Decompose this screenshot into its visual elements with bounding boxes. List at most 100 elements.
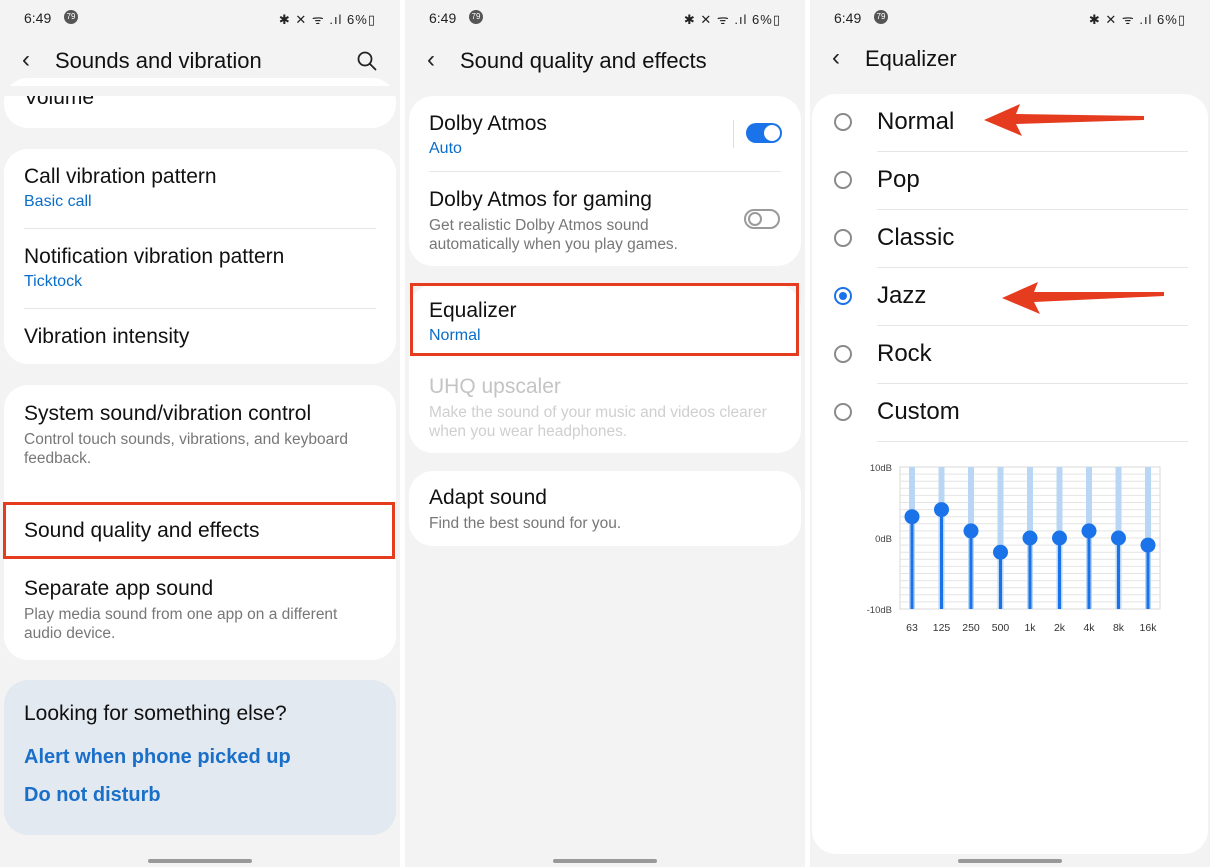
highlight-box bbox=[410, 283, 799, 356]
vibration-intensity-item[interactable]: Vibration intensity bbox=[24, 325, 376, 349]
preset-option-rock[interactable]: Rock bbox=[812, 326, 1208, 384]
home-indicator[interactable] bbox=[958, 859, 1062, 863]
slider-fill bbox=[999, 552, 1002, 609]
radio-button[interactable] bbox=[834, 229, 852, 247]
x-tick-label: 63 bbox=[906, 622, 918, 634]
slider-fill bbox=[1028, 538, 1032, 609]
preset-option-custom[interactable]: Custom bbox=[812, 384, 1208, 442]
preset-option-classic[interactable]: Classic bbox=[812, 210, 1208, 268]
slider-fill bbox=[1146, 545, 1150, 609]
radio-button[interactable] bbox=[834, 171, 852, 189]
volume-clip bbox=[4, 86, 396, 96]
toggle-knob bbox=[748, 212, 762, 226]
vibration-card: Call vibration pattern Basic call Notifi… bbox=[4, 149, 396, 364]
sound-quality-screen: 6:49 79 ✱ ✕ ᯤ .ıl 6%▯ ‹ Sound quality an… bbox=[405, 0, 805, 867]
app-bar: ‹ Sounds and vibration bbox=[0, 42, 400, 82]
preset-option-pop[interactable]: Pop bbox=[812, 152, 1208, 210]
radio-button[interactable] bbox=[834, 403, 852, 421]
slider-thumb-500 bbox=[993, 544, 1008, 560]
x-tick-label: 2k bbox=[1054, 622, 1066, 634]
status-icons: ✱ ✕ ᯤ .ıl 6%▯ bbox=[683, 12, 781, 27]
dolby-card: Dolby Atmos Auto Dolby Atmos for gaming … bbox=[409, 96, 801, 266]
separator bbox=[733, 120, 734, 148]
radio-button[interactable] bbox=[834, 345, 852, 363]
preset-label: Classic bbox=[877, 224, 955, 251]
toggle-knob bbox=[764, 125, 780, 141]
divider bbox=[877, 441, 1188, 442]
radio-button[interactable] bbox=[834, 113, 852, 131]
slider-thumb-16k bbox=[1140, 537, 1156, 553]
dolby-gaming-toggle[interactable] bbox=[744, 209, 780, 229]
status-icons: ✱ ✕ ᯤ .ıl 6%▯ bbox=[1088, 12, 1186, 27]
preset-label: Rock bbox=[877, 340, 932, 367]
uhq-upscaler-item: UHQ upscaler Make the sound of your musi… bbox=[429, 375, 781, 441]
system-sound-item[interactable]: System sound/vibration control Control t… bbox=[24, 402, 376, 468]
looking-title: Looking for something else? bbox=[24, 702, 287, 725]
back-icon[interactable]: ‹ bbox=[832, 46, 840, 70]
uhq-upscaler-desc: Make the sound of your music and videos … bbox=[429, 404, 767, 440]
highlight-box bbox=[3, 502, 395, 559]
equalizer-options-card: Normal Pop Classic Jazz Rock Custom 10dB 0dB -1… bbox=[812, 94, 1208, 854]
separate-app-sound-item[interactable]: Separate app sound Play media sound from… bbox=[24, 577, 376, 643]
dolby-atmos-value: Auto bbox=[429, 140, 462, 157]
radio-dot bbox=[839, 292, 847, 300]
slider-thumb-1k bbox=[1022, 530, 1038, 546]
x-tick-label: 16k bbox=[1140, 622, 1158, 634]
slider-thumb-63 bbox=[904, 509, 920, 525]
divider bbox=[24, 228, 376, 229]
arrow-icon bbox=[1002, 282, 1164, 314]
slider-fill bbox=[969, 530, 973, 609]
y-tick-label: 0dB bbox=[875, 534, 892, 545]
slider-fill bbox=[910, 516, 914, 609]
sounds-vibration-screen: 6:49 79 ✱ ✕ ᯤ .ıl 6%▯ ‹ Sounds and vibra… bbox=[0, 0, 400, 867]
radio-button[interactable] bbox=[834, 287, 852, 305]
x-tick-label: 125 bbox=[933, 622, 951, 634]
slider-thumb-2k bbox=[1052, 530, 1067, 546]
x-tick-label: 250 bbox=[962, 622, 980, 634]
x-tick-label: 4k bbox=[1083, 622, 1095, 634]
preset-label: Pop bbox=[877, 166, 920, 193]
notification-badge: 79 bbox=[64, 10, 78, 24]
uhq-upscaler-label: UHQ upscaler bbox=[429, 375, 561, 398]
status-bar: 6:49 79 ✱ ✕ ᯤ .ıl 6%▯ bbox=[429, 8, 781, 28]
back-icon[interactable]: ‹ bbox=[22, 48, 30, 72]
arrow-icon bbox=[984, 104, 1144, 136]
call-vibration-pattern-value: Basic call bbox=[24, 193, 92, 210]
adapt-sound-desc: Find the best sound for you. bbox=[429, 515, 622, 532]
notification-vibration-pattern-label: Notification vibration pattern bbox=[24, 245, 285, 268]
preset-label: Jazz bbox=[877, 282, 927, 309]
notification-badge: 79 bbox=[469, 10, 483, 24]
x-tick-label: 500 bbox=[992, 622, 1010, 634]
y-tick-label: 10dB bbox=[870, 463, 892, 474]
search-icon[interactable] bbox=[356, 50, 378, 72]
system-sound-desc: Control touch sounds, vibrations, and ke… bbox=[24, 431, 348, 467]
separate-app-sound-desc: Play media sound from one app on a diffe… bbox=[24, 606, 338, 642]
adapt-sound-item[interactable]: Adapt sound Find the best sound for you. bbox=[429, 486, 781, 533]
status-bar: 6:49 79 ✱ ✕ ᯤ .ıl 6%▯ bbox=[24, 8, 376, 28]
status-icons: ✱ ✕ ᯤ .ıl 6%▯ bbox=[278, 12, 376, 27]
do-not-disturb-link[interactable]: Do not disturb bbox=[24, 784, 161, 807]
dolby-atmos-toggle[interactable] bbox=[746, 123, 782, 143]
back-icon[interactable]: ‹ bbox=[427, 48, 435, 72]
home-indicator[interactable] bbox=[553, 859, 657, 863]
dolby-atmos-label: Dolby Atmos bbox=[429, 112, 547, 135]
page-title: Sounds and vibration bbox=[55, 48, 262, 73]
slider-fill bbox=[940, 509, 943, 609]
looking-card: Looking for something else? Alert when p… bbox=[4, 680, 396, 835]
slider-thumb-125 bbox=[934, 502, 949, 518]
slider-fill bbox=[1087, 530, 1091, 609]
preset-label: Custom bbox=[877, 398, 960, 425]
notification-vibration-pattern-item[interactable]: Notification vibration pattern Ticktock bbox=[24, 245, 376, 291]
home-indicator[interactable] bbox=[148, 859, 252, 863]
page-title: Sound quality and effects bbox=[460, 48, 707, 73]
dolby-gaming-item[interactable]: Dolby Atmos for gaming Get realistic Dol… bbox=[429, 188, 781, 254]
notification-badge: 79 bbox=[874, 10, 888, 24]
alert-picked-up-link[interactable]: Alert when phone picked up bbox=[24, 746, 291, 769]
slider-fill bbox=[1058, 538, 1061, 609]
equalizer-screen: 6:49 79 ✱ ✕ ᯤ .ıl 6%▯ ‹ Equalizer Normal… bbox=[810, 0, 1210, 867]
status-time: 6:49 bbox=[429, 10, 457, 26]
dolby-atmos-item[interactable]: Dolby Atmos Auto bbox=[429, 112, 781, 158]
equalizer-chart: 10dB 0dB -10dB 63 125 250 500 1k 2k 4k 8k 16k bbox=[867, 463, 1161, 634]
call-vibration-pattern-item[interactable]: Call vibration pattern Basic call bbox=[24, 165, 376, 211]
status-time: 6:49 bbox=[24, 10, 52, 26]
